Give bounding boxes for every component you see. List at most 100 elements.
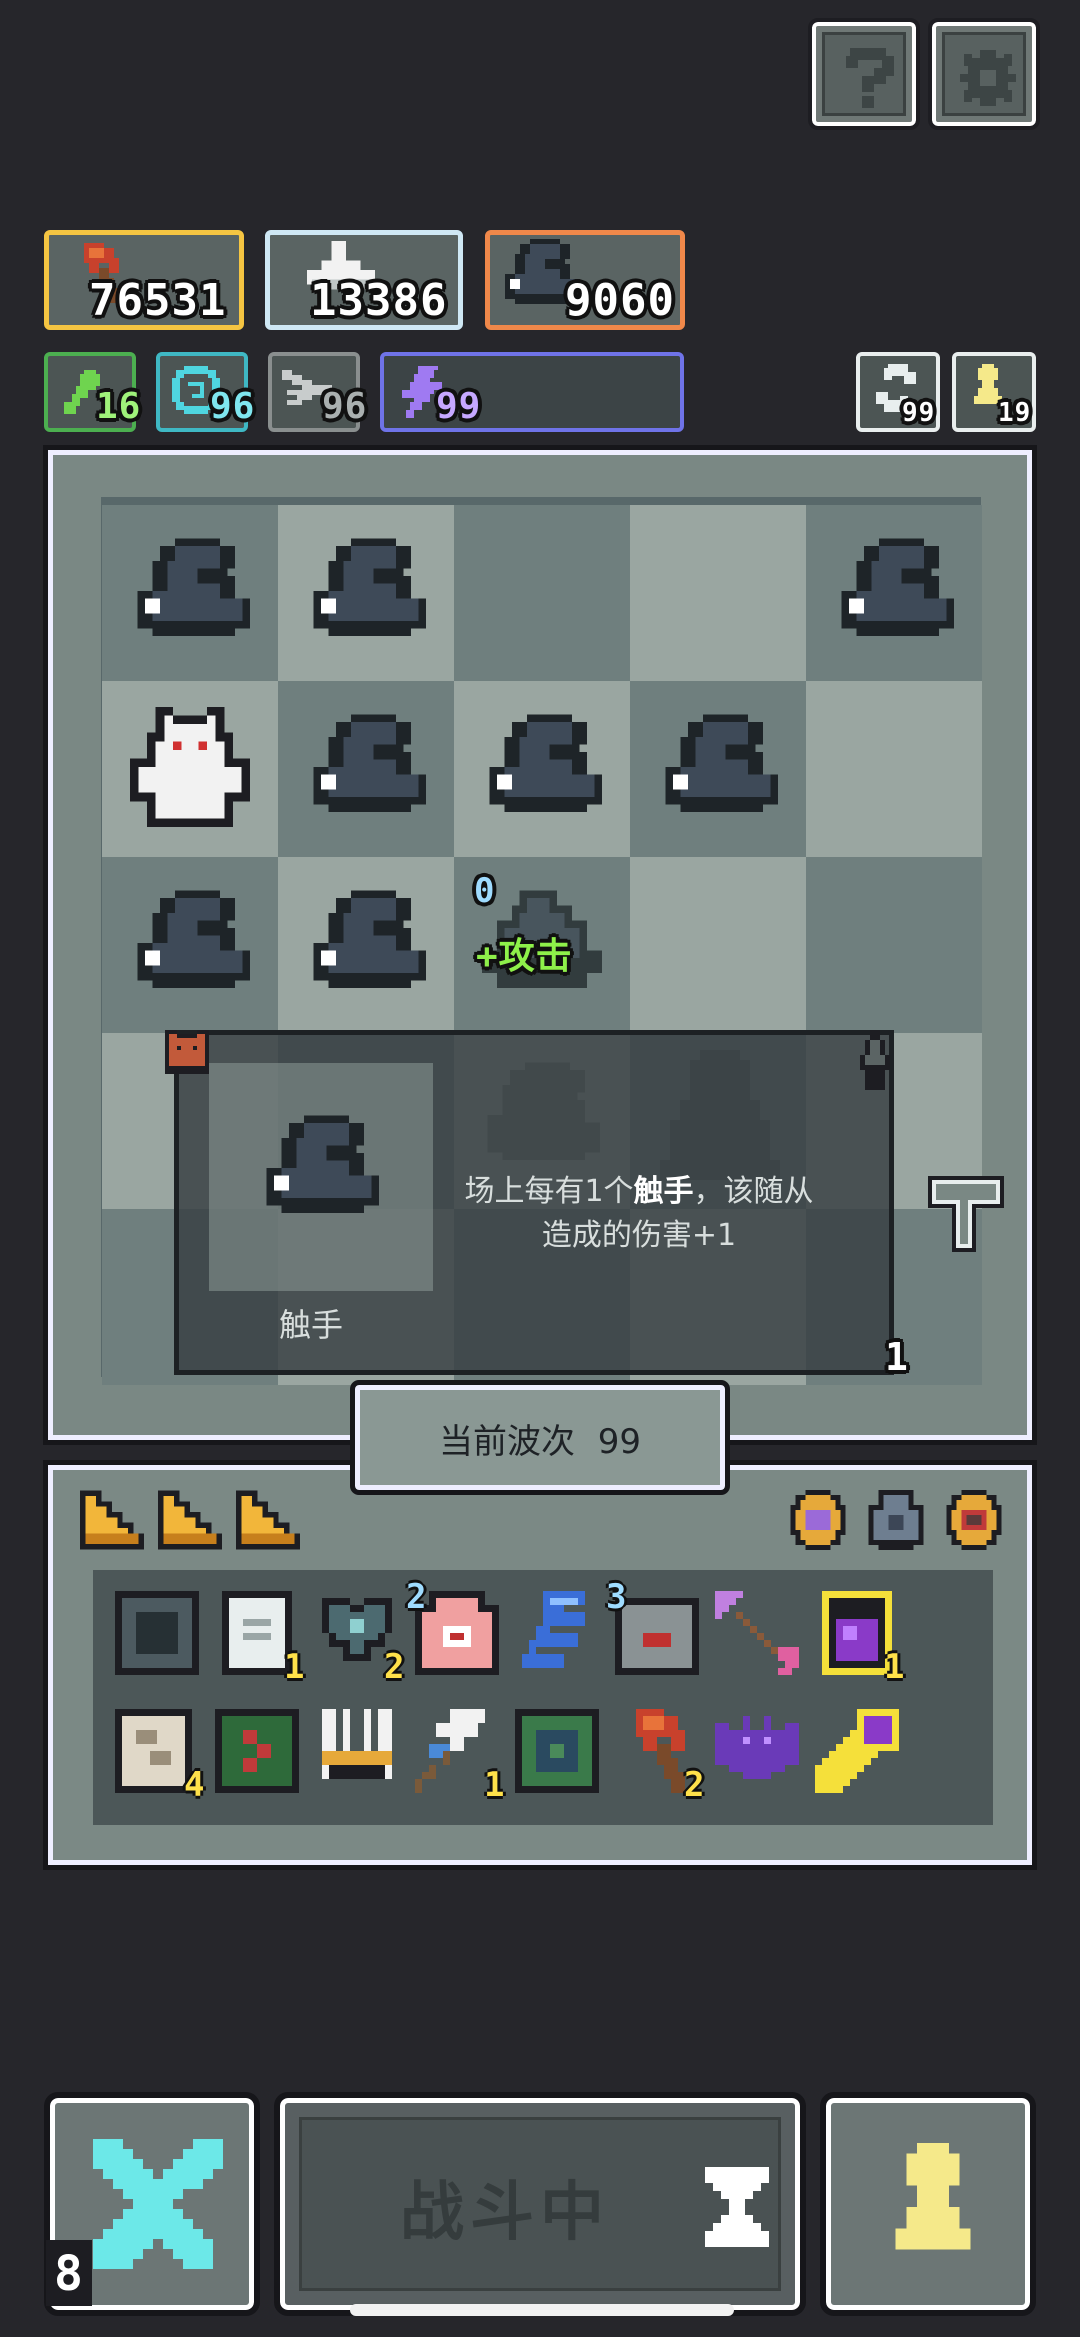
board-cell[interactable]: [806, 857, 982, 1033]
tentacle-unit-icon: [137, 538, 250, 636]
board-cell[interactable]: [102, 505, 278, 681]
green-tile-icon: [515, 1709, 599, 1793]
board-cell[interactable]: [630, 857, 806, 1033]
board-cell[interactable]: [806, 681, 982, 857]
inventory-slot[interactable]: [112, 1588, 202, 1678]
tentacle-unit-icon: [313, 714, 426, 812]
attack-badge-count: 0: [474, 871, 496, 911]
board-cell[interactable]: [454, 505, 630, 681]
settings-button[interactable]: [928, 18, 1040, 130]
stat-poison-value: 16: [96, 386, 142, 427]
board-cell[interactable]: [630, 505, 806, 681]
inventory-slot[interactable]: [812, 1706, 902, 1796]
stat-spiral: 96: [156, 352, 254, 432]
ring-stone-icon[interactable]: [868, 1490, 924, 1550]
crossed-swords-icon: [93, 2139, 223, 2269]
item-count-badge: 2: [384, 1647, 405, 1687]
fox-head-icon: [165, 1030, 209, 1074]
inventory-slot[interactable]: 3: [606, 1580, 702, 1678]
popup-corner-count: 1: [885, 1335, 909, 1379]
item-count-badge: 4: [184, 1765, 205, 1805]
gold-triangle-icon[interactable]: [80, 1490, 144, 1550]
attack-badge-text: +攻击: [476, 936, 573, 977]
pawn-button[interactable]: [820, 2092, 1036, 2316]
board-cell[interactable]: [278, 857, 454, 1033]
iron-block-icon: [115, 1591, 199, 1675]
side-hammer-icon[interactable]: [928, 1176, 1004, 1252]
desc-suffix: ，该随从: [693, 1174, 814, 1209]
wave-text: 当前波次 99: [360, 1414, 720, 1463]
inventory-slot[interactable]: [512, 1706, 602, 1796]
stone-block-icon: [615, 1598, 699, 1675]
board-cell[interactable]: [806, 505, 982, 681]
inventory-slot[interactable]: 4: [112, 1706, 204, 1802]
desc-line2: 造成的伤害+1: [541, 1218, 737, 1253]
battle-status-button[interactable]: 战斗中: [274, 2092, 806, 2316]
item-count-badge: 3: [606, 1577, 627, 1617]
item-count-badge: 1: [884, 1647, 905, 1687]
vine-tile-icon: [215, 1709, 299, 1793]
inventory-slot[interactable]: [712, 1588, 802, 1678]
left-badge-value: 8: [54, 2246, 84, 2302]
resource-axe-value: 76531: [89, 275, 227, 326]
arrow-icon: [715, 1591, 799, 1675]
board-cell[interactable]: [278, 505, 454, 681]
inventory-slot[interactable]: 1: [412, 1706, 504, 1802]
counter-pawn-value: 19: [998, 398, 1032, 428]
tentacle-unit-icon: [489, 714, 602, 812]
gear-icon: [960, 50, 1016, 106]
ring-red-icon[interactable]: [946, 1490, 1002, 1550]
eye-palm-icon: [415, 1591, 499, 1675]
stat-lightning: 99: [380, 352, 684, 432]
board-cell[interactable]: [102, 681, 278, 857]
item-count-badge: 1: [484, 1765, 505, 1805]
stat-lightning-value: 99: [436, 386, 482, 427]
inventory-slot[interactable]: [712, 1706, 802, 1796]
board-cell[interactable]: [630, 681, 806, 857]
inventory-slot[interactable]: [212, 1706, 302, 1796]
desc-prefix: 场上每有1个: [464, 1174, 634, 1209]
inventory-slot[interactable]: 1: [212, 1588, 304, 1684]
hourglass-icon: [705, 2167, 769, 2247]
resource-tentacle-value: 9060: [565, 275, 675, 326]
tentacle-unit-icon: [137, 890, 250, 988]
tentacle-unit-icon: [841, 538, 954, 636]
board-cell[interactable]: [102, 857, 278, 1033]
ring-purple-icon[interactable]: [790, 1490, 846, 1550]
question-icon: [846, 48, 894, 108]
tentacle-portrait: [266, 1115, 379, 1213]
board-cell[interactable]: [454, 681, 630, 857]
counter-refresh: 99: [856, 352, 940, 432]
counter-refresh-value: 99: [902, 398, 936, 428]
home-indicator: [350, 2304, 734, 2316]
counter-pawn: 19: [952, 352, 1036, 432]
item-count-badge: 2: [406, 1577, 427, 1617]
tentacle-unit-icon: [665, 714, 778, 812]
stat-wing: 96: [268, 352, 366, 432]
inventory-slot[interactable]: 2: [406, 1580, 502, 1678]
help-button[interactable]: [808, 18, 920, 130]
unit-description: 场上每有1个触手，该随从 造成的伤害+1: [429, 1170, 849, 1258]
resource-tentacle: 9060: [485, 230, 685, 330]
bat-icon: [715, 1716, 799, 1779]
resource-axe: 76531: [44, 230, 244, 330]
wave-number: 99: [597, 1422, 642, 1462]
gold-triangle-icon[interactable]: [236, 1490, 300, 1550]
stat-spiral-value: 96: [210, 386, 256, 427]
gold-triangle-icon[interactable]: [158, 1490, 222, 1550]
stat-poison: 16: [44, 352, 140, 432]
resource-hand-value: 13386: [310, 275, 448, 326]
inventory-slot[interactable]: [512, 1588, 602, 1678]
inventory-slot[interactable]: 1: [812, 1588, 904, 1684]
board-cell[interactable]: [278, 681, 454, 857]
inventory-slot[interactable]: [312, 1706, 402, 1796]
unit-portrait-panel: [209, 1063, 433, 1291]
tentacle-unit-icon: [313, 890, 426, 988]
yeti-unit-icon: [130, 707, 250, 827]
inventory-slot[interactable]: 2: [612, 1706, 704, 1802]
wave-indicator: 当前波次 99: [350, 1380, 730, 1495]
board-cell[interactable]: 0 +攻击: [454, 857, 630, 1033]
spear-tip-icon: [860, 1030, 890, 1090]
inventory-slot[interactable]: 2: [312, 1588, 404, 1684]
tentacle-unit-icon: [313, 538, 426, 636]
